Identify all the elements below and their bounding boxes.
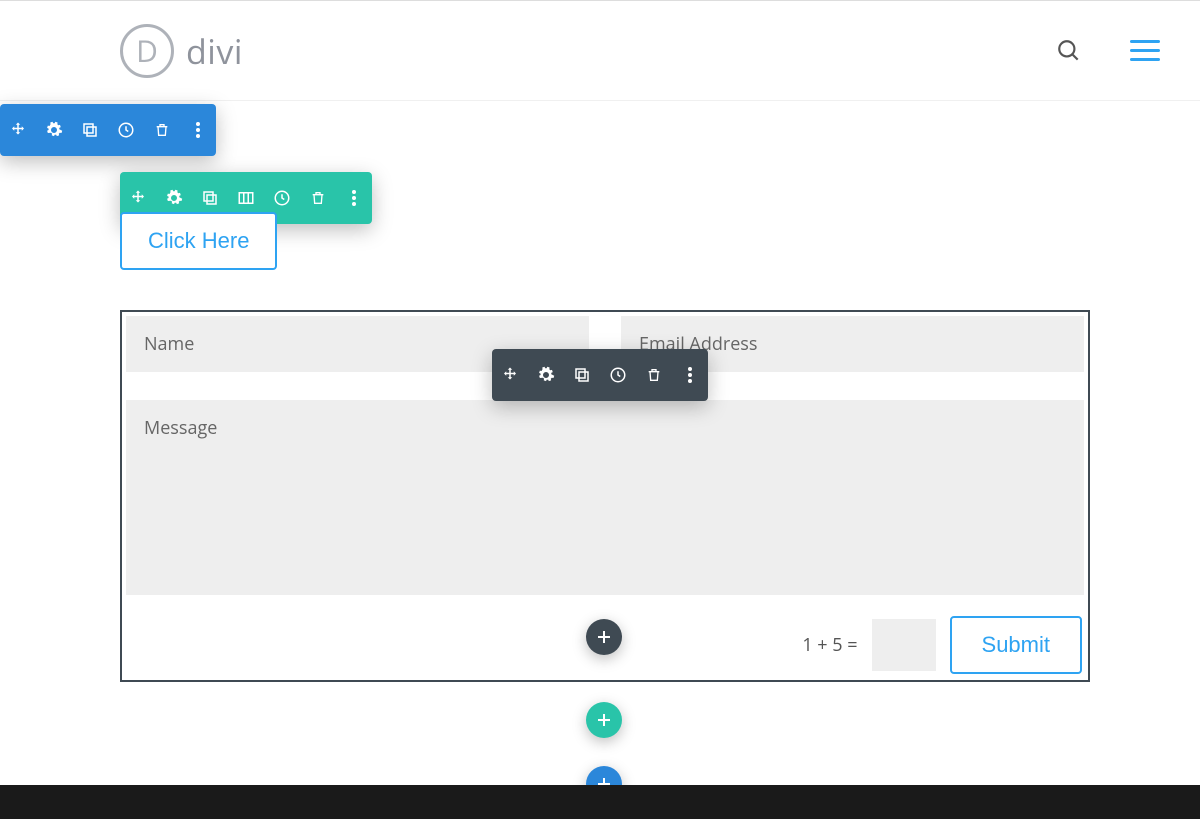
more-icon[interactable]	[672, 349, 708, 401]
add-row-button[interactable]	[586, 702, 622, 738]
save-icon[interactable]	[108, 104, 144, 156]
footer-bar	[0, 785, 1200, 819]
duplicate-icon[interactable]	[72, 104, 108, 156]
click-here-button[interactable]: Click Here	[120, 212, 277, 270]
delete-icon[interactable]	[144, 104, 180, 156]
move-icon[interactable]	[0, 104, 36, 156]
submit-button[interactable]: Submit	[950, 616, 1082, 674]
save-icon[interactable]	[600, 349, 636, 401]
gear-icon[interactable]	[36, 104, 72, 156]
delete-icon[interactable]	[300, 172, 336, 224]
captcha-input[interactable]	[872, 619, 936, 671]
captcha-label: 1 + 5 =	[802, 633, 857, 657]
move-icon[interactable]	[492, 349, 528, 401]
gear-icon[interactable]	[528, 349, 564, 401]
site-logo[interactable]: D divi	[120, 24, 243, 78]
menu-icon[interactable]	[1130, 40, 1160, 61]
section-toolbar	[0, 104, 216, 156]
delete-icon[interactable]	[636, 349, 672, 401]
more-icon[interactable]	[336, 172, 372, 224]
message-field[interactable]	[126, 400, 1084, 595]
logo-mark: D	[120, 24, 174, 78]
site-header: D divi	[0, 1, 1200, 101]
add-module-button[interactable]	[586, 619, 622, 655]
logo-text: divi	[186, 28, 243, 74]
duplicate-icon[interactable]	[564, 349, 600, 401]
module-toolbar	[492, 349, 708, 401]
search-icon[interactable]	[1056, 38, 1082, 64]
more-icon[interactable]	[180, 104, 216, 156]
